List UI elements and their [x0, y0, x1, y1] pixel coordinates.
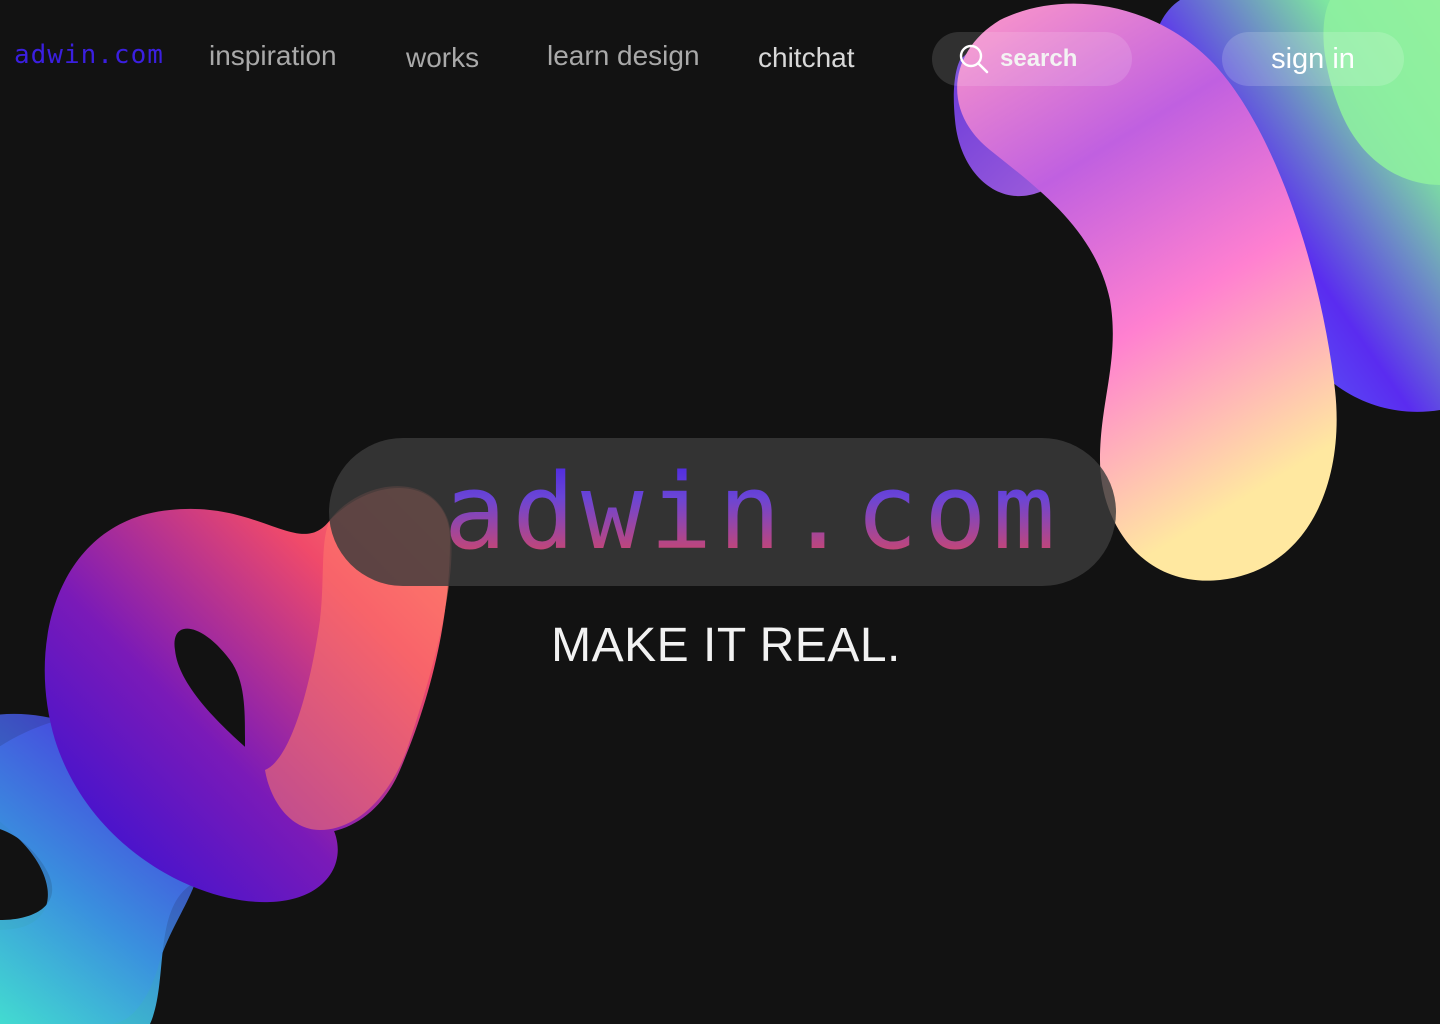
hero-logo-text: adwin.com	[329, 438, 1116, 586]
search-button[interactable]: search	[932, 32, 1132, 86]
nav-item-learn-design[interactable]: learn design	[547, 40, 700, 72]
search-icon	[959, 44, 989, 74]
nav-item-chitchat[interactable]: chitchat	[758, 42, 855, 74]
nav-item-inspiration[interactable]: inspiration	[209, 40, 337, 72]
search-label: search	[1000, 45, 1078, 72]
brand-logo-link[interactable]: adwin.com	[14, 40, 164, 70]
hero-tagline: MAKE IT REAL.	[551, 619, 901, 672]
nav-item-works[interactable]: works	[406, 42, 479, 74]
sign-in-button[interactable]: sign in	[1222, 32, 1404, 86]
